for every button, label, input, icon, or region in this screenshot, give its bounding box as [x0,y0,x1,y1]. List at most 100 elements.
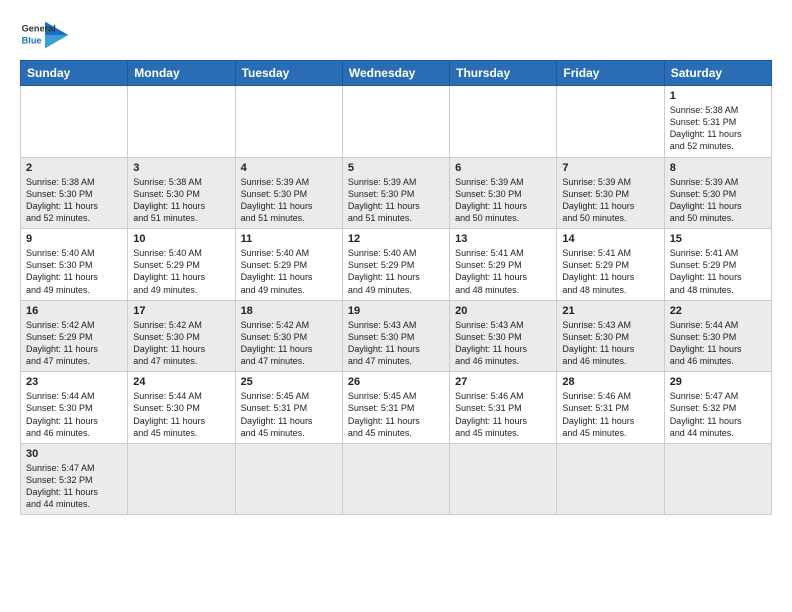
weekday-header-sunday: Sunday [21,61,128,86]
calendar-cell: 28 Sunrise: 5:46 AM Sunset: 5:31 PM Dayli… [557,372,664,444]
calendar-cell: 30 Sunrise: 5:47 AM Sunset: 5:32 PM Dayli… [21,443,128,515]
svg-text:Blue: Blue [22,35,42,45]
calendar-cell: 24 Sunrise: 5:44 AM Sunset: 5:30 PM Dayli… [128,372,235,444]
weekday-header-monday: Monday [128,61,235,86]
calendar-row-1: 2 Sunrise: 5:38 AM Sunset: 5:30 PM Daylig… [21,157,772,229]
cell-info: Sunrise: 5:38 AM Sunset: 5:30 PM Dayligh… [26,176,122,225]
cell-info: Sunrise: 5:45 AM Sunset: 5:31 PM Dayligh… [241,390,337,439]
date-number: 16 [26,305,122,317]
cell-info: Sunrise: 5:40 AM Sunset: 5:29 PM Dayligh… [348,247,444,296]
date-number: 6 [455,162,551,174]
calendar-cell [128,86,235,158]
calendar-cell: 10Sunrise: 5:40 AM Sunset: 5:29 PM Dayli… [128,229,235,301]
calendar-cell [450,443,557,515]
cell-info: Sunrise: 5:43 AM Sunset: 5:30 PM Dayligh… [348,319,444,368]
calendar-cell [21,86,128,158]
cell-info: Sunrise: 5:41 AM Sunset: 5:29 PM Dayligh… [562,247,658,296]
calendar-cell [235,443,342,515]
cell-info: Sunrise: 5:38 AM Sunset: 5:30 PM Dayligh… [133,176,229,225]
calendar-cell [128,443,235,515]
cell-info: Sunrise: 5:42 AM Sunset: 5:29 PM Dayligh… [26,319,122,368]
cell-info: Sunrise: 5:42 AM Sunset: 5:30 PM Dayligh… [241,319,337,368]
calendar-cell [235,86,342,158]
cell-info: Sunrise: 5:40 AM Sunset: 5:29 PM Dayligh… [241,247,337,296]
cell-info: Sunrise: 5:39 AM Sunset: 5:30 PM Dayligh… [348,176,444,225]
cell-info: Sunrise: 5:45 AM Sunset: 5:31 PM Dayligh… [348,390,444,439]
date-number: 25 [241,376,337,388]
calendar-cell: 17 Sunrise: 5:42 AM Sunset: 5:30 PM Dayli… [128,300,235,372]
date-number: 4 [241,162,337,174]
calendar-cell: 5 Sunrise: 5:39 AM Sunset: 5:30 PM Daylig… [342,157,449,229]
cell-info: Sunrise: 5:39 AM Sunset: 5:30 PM Dayligh… [670,176,766,225]
generalblue-logo-icon: General Blue [20,20,70,50]
cell-info: Sunrise: 5:39 AM Sunset: 5:30 PM Dayligh… [241,176,337,225]
calendar-cell: 14Sunrise: 5:41 AM Sunset: 5:29 PM Dayli… [557,229,664,301]
date-number: 30 [26,448,122,460]
calendar-cell: 26 Sunrise: 5:45 AM Sunset: 5:31 PM Dayli… [342,372,449,444]
cell-info: Sunrise: 5:39 AM Sunset: 5:30 PM Dayligh… [562,176,658,225]
date-number: 7 [562,162,658,174]
calendar-cell: 15 Sunrise: 5:41 AM Sunset: 5:29 PM Dayli… [664,229,771,301]
cell-info: Sunrise: 5:46 AM Sunset: 5:31 PM Dayligh… [562,390,658,439]
calendar-table: SundayMondayTuesdayWednesdayThursdayFrid… [20,60,772,515]
weekday-header-tuesday: Tuesday [235,61,342,86]
svg-text:General: General [22,24,56,34]
date-number: 18 [241,305,337,317]
calendar-cell: 12 Sunrise: 5:40 AM Sunset: 5:29 PM Dayli… [342,229,449,301]
date-number: 24 [133,376,229,388]
date-number: 21 [562,305,658,317]
date-number: 28 [562,376,658,388]
date-number: 20 [455,305,551,317]
calendar-cell: 7 Sunrise: 5:39 AM Sunset: 5:30 PM Daylig… [557,157,664,229]
calendar-cell [664,443,771,515]
cell-info: Sunrise: 5:41 AM Sunset: 5:29 PM Dayligh… [670,247,766,296]
calendar-cell: 27Sunrise: 5:46 AM Sunset: 5:31 PM Dayli… [450,372,557,444]
cell-info: Sunrise: 5:43 AM Sunset: 5:30 PM Dayligh… [562,319,658,368]
logo-area: General Blue [20,16,70,52]
date-number: 1 [670,90,766,102]
cell-info: Sunrise: 5:41 AM Sunset: 5:29 PM Dayligh… [455,247,551,296]
date-number: 3 [133,162,229,174]
cell-info: Sunrise: 5:40 AM Sunset: 5:30 PM Dayligh… [26,247,122,296]
calendar-cell: 4 Sunrise: 5:39 AM Sunset: 5:30 PM Daylig… [235,157,342,229]
calendar-cell: 22Sunrise: 5:44 AM Sunset: 5:30 PM Dayli… [664,300,771,372]
date-number: 27 [455,376,551,388]
calendar-row-4: 23 Sunrise: 5:44 AM Sunset: 5:30 PM Dayli… [21,372,772,444]
date-number: 26 [348,376,444,388]
calendar-cell: 23 Sunrise: 5:44 AM Sunset: 5:30 PM Dayli… [21,372,128,444]
weekday-header-friday: Friday [557,61,664,86]
calendar-row-2: 9Sunrise: 5:40 AM Sunset: 5:30 PM Daylig… [21,229,772,301]
cell-info: Sunrise: 5:44 AM Sunset: 5:30 PM Dayligh… [670,319,766,368]
date-number: 12 [348,233,444,245]
calendar-cell [342,86,449,158]
cell-info: Sunrise: 5:42 AM Sunset: 5:30 PM Dayligh… [133,319,229,368]
cell-info: Sunrise: 5:44 AM Sunset: 5:30 PM Dayligh… [133,390,229,439]
calendar-cell: 29 Sunrise: 5:47 AM Sunset: 5:32 PM Dayli… [664,372,771,444]
calendar-cell: 18 Sunrise: 5:42 AM Sunset: 5:30 PM Dayli… [235,300,342,372]
date-number: 17 [133,305,229,317]
cell-info: Sunrise: 5:39 AM Sunset: 5:30 PM Dayligh… [455,176,551,225]
date-number: 2 [26,162,122,174]
date-number: 10 [133,233,229,245]
cell-info: Sunrise: 5:47 AM Sunset: 5:32 PM Dayligh… [26,462,122,511]
calendar-cell: 2 Sunrise: 5:38 AM Sunset: 5:30 PM Daylig… [21,157,128,229]
date-number: 29 [670,376,766,388]
calendar-row-3: 16 Sunrise: 5:42 AM Sunset: 5:29 PM Dayli… [21,300,772,372]
calendar-cell: 25 Sunrise: 5:45 AM Sunset: 5:31 PM Dayli… [235,372,342,444]
weekday-header-saturday: Saturday [664,61,771,86]
date-number: 8 [670,162,766,174]
date-number: 13 [455,233,551,245]
date-number: 15 [670,233,766,245]
cell-info: Sunrise: 5:44 AM Sunset: 5:30 PM Dayligh… [26,390,122,439]
cell-info: Sunrise: 5:47 AM Sunset: 5:32 PM Dayligh… [670,390,766,439]
calendar-row-0: 1Sunrise: 5:38 AM Sunset: 5:31 PM Daylig… [21,86,772,158]
date-number: 23 [26,376,122,388]
calendar-cell: 11 Sunrise: 5:40 AM Sunset: 5:29 PM Dayli… [235,229,342,301]
calendar-cell [557,86,664,158]
date-number: 5 [348,162,444,174]
calendar-cell: 6 Sunrise: 5:39 AM Sunset: 5:30 PM Daylig… [450,157,557,229]
calendar-cell [342,443,449,515]
weekday-header-thursday: Thursday [450,61,557,86]
calendar-cell: 16 Sunrise: 5:42 AM Sunset: 5:29 PM Dayli… [21,300,128,372]
date-number: 11 [241,233,337,245]
